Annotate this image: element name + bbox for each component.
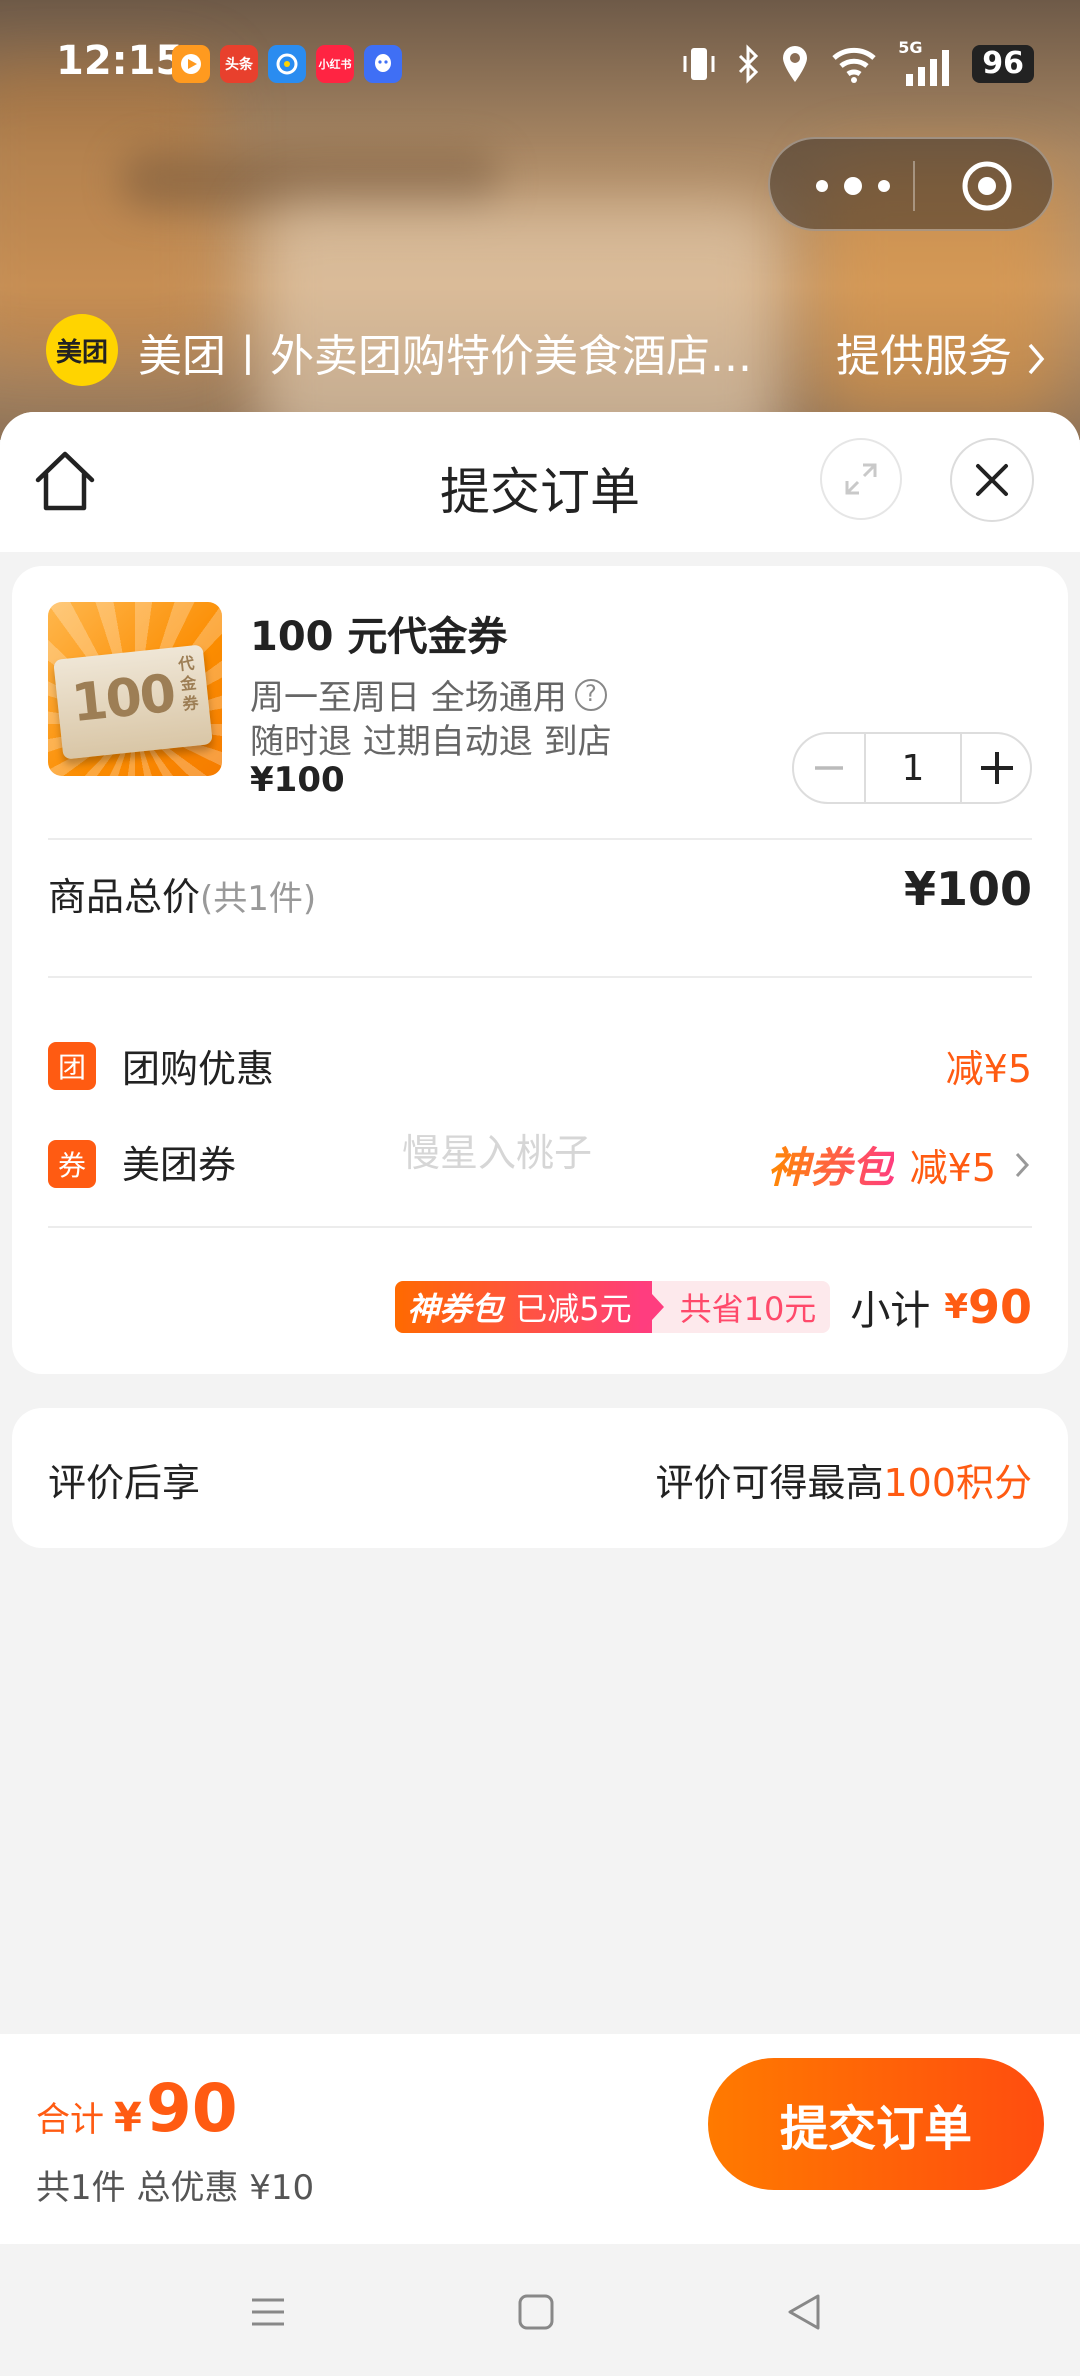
review-reward-label: 评价后享 <box>48 1461 201 1505</box>
promo-reduced-tag: 神券包 已减5元 <box>395 1281 652 1333</box>
coupon-badge: 券 <box>48 1140 96 1188</box>
thumbnail-number: 100 <box>68 663 178 735</box>
goods-total-text: 商品总价 <box>48 875 201 919</box>
back-nav-button[interactable] <box>774 2282 834 2342</box>
wifi-icon <box>832 47 876 83</box>
coupon-label: 美团券 <box>122 1143 237 1187</box>
watermark: 慢星入桃子 <box>402 1131 593 1175</box>
minus-icon <box>815 766 843 770</box>
decrease-button[interactable] <box>794 734 864 802</box>
product-thumbnail: 100 代金券 <box>48 602 222 776</box>
merchant-name: 美团丨外卖团购特价美食酒店... <box>138 331 752 382</box>
sheet-header: 提交订单 <box>0 412 1080 552</box>
goods-count: (共1件) <box>200 879 317 919</box>
quantity-value[interactable]: 1 <box>864 734 962 802</box>
expand-button[interactable] <box>820 438 902 520</box>
promo-brand: 神券包 <box>407 1290 504 1328</box>
more-options-icon[interactable] <box>808 169 898 203</box>
plus-icon <box>981 752 1013 784</box>
system-nav-bar <box>0 2244 1080 2376</box>
location-icon <box>783 46 808 82</box>
thumbnail-tag: 代金券 <box>177 653 200 714</box>
product-usage-text: 周一至周日 全场通用 <box>250 678 567 718</box>
status-time: 12:15 <box>56 38 184 84</box>
total-label: 合计 <box>36 2100 104 2140</box>
review-reward-info: 评价可得最高100积分 <box>655 1452 1032 1507</box>
vibrate-icon <box>683 48 715 80</box>
meituan-logo: 美团 <box>46 314 118 386</box>
recent-apps-button[interactable] <box>238 2282 298 2342</box>
subtotal-label: 小计 <box>850 1288 931 1334</box>
increase-button[interactable] <box>962 734 1032 802</box>
product-title: 100 元代金券 <box>250 614 508 660</box>
product-refund-policy: 随时退 过期自动退 到店 <box>250 722 612 762</box>
bluetooth-icon <box>739 44 759 84</box>
goods-total-label: 商品总价(共1件) <box>48 866 316 921</box>
home-nav-button[interactable] <box>506 2282 566 2342</box>
cellular-signal-icon: 5G <box>898 38 952 86</box>
divider <box>48 1226 1032 1228</box>
mini-program-capsule <box>768 137 1054 231</box>
total-currency: ¥ <box>114 2095 142 2141</box>
group-buy-discount-label: 团购优惠 <box>122 1047 275 1091</box>
help-icon[interactable]: ? <box>574 678 607 711</box>
square-icon <box>518 2294 554 2330</box>
menu-icon <box>252 2298 284 2326</box>
qq-browser-app-icon <box>268 45 306 83</box>
checkout-bar: 合计 ¥ 90 共1件 总优惠 ¥10 提交订单 <box>0 2034 1080 2244</box>
promo-saved-tag: 共省10元 <box>639 1281 831 1333</box>
order-card: 100 代金券 100 元代金券 周一至周日 全场通用 ? 随时退 过期自动退 … <box>12 566 1068 1374</box>
chevron-right-icon <box>1015 1152 1030 1177</box>
page-title: 提交订单 <box>440 463 640 521</box>
back-triangle-icon <box>788 2294 820 2330</box>
merchant-bar[interactable]: 美团 美团丨外卖团购特价美食酒店... 提供服务 <box>46 312 1046 386</box>
divider <box>48 976 1032 978</box>
product-price: ¥100 <box>250 760 345 800</box>
review-reward-card: 评价后享 评价可得最高100积分 <box>12 1408 1068 1548</box>
coupon-selector[interactable]: 神券包 减¥5 <box>768 1134 1032 1195</box>
system-icons: 5G 96 <box>682 38 1034 86</box>
promo-reduced-text: 已减5元 <box>515 1290 632 1328</box>
total-summary: 共1件 总优惠 ¥10 <box>36 2168 315 2208</box>
close-button[interactable] <box>950 438 1034 522</box>
close-mini-program-icon[interactable] <box>960 159 1014 213</box>
subtotal-value: 90 <box>967 1280 1032 1334</box>
service-provider-link[interactable]: 提供服务 <box>836 320 1046 384</box>
review-reward-text: 评价可得最高 <box>655 1461 884 1505</box>
divider <box>48 838 1032 840</box>
qq-app-icon <box>364 45 402 83</box>
coupon-discount-value: 减¥5 <box>909 1146 996 1190</box>
xiaohongshu-app-icon: 小红书 <box>316 45 354 83</box>
group-buy-badge: 团 <box>48 1042 96 1090</box>
order-total: 合计 ¥ 90 <box>36 2076 238 2142</box>
quantity-stepper: 1 <box>792 732 1032 804</box>
expand-icon <box>845 463 877 495</box>
subtotal-row: 神券包 已减5元 共省10元 小计 ¥ 90 <box>395 1278 1032 1336</box>
subtotal-currency: ¥ <box>944 1287 968 1327</box>
review-reward-points: 100积分 <box>883 1461 1032 1505</box>
toutiao-app-icon: 头条 <box>220 45 258 83</box>
video-app-icon <box>172 45 210 83</box>
service-provider-label: 提供服务 <box>836 331 1012 382</box>
goods-total-value: ¥100 <box>903 862 1032 916</box>
chevron-right-icon <box>1028 343 1045 375</box>
total-value: 90 <box>145 2070 238 2147</box>
product-usage: 周一至周日 全场通用 ? <box>250 670 607 719</box>
close-icon <box>976 464 1008 496</box>
status-bar: 12:15 头条 小红书 5G 96 <box>0 0 1080 130</box>
submit-order-button[interactable]: 提交订单 <box>708 2058 1044 2190</box>
promo-strip: 神券包 已减5元 共省10元 <box>395 1281 831 1333</box>
shen-coupon-pack-logo: 神券包 <box>768 1134 894 1195</box>
battery-indicator: 96 <box>972 45 1034 83</box>
group-buy-discount-value: 减¥5 <box>945 1047 1032 1091</box>
